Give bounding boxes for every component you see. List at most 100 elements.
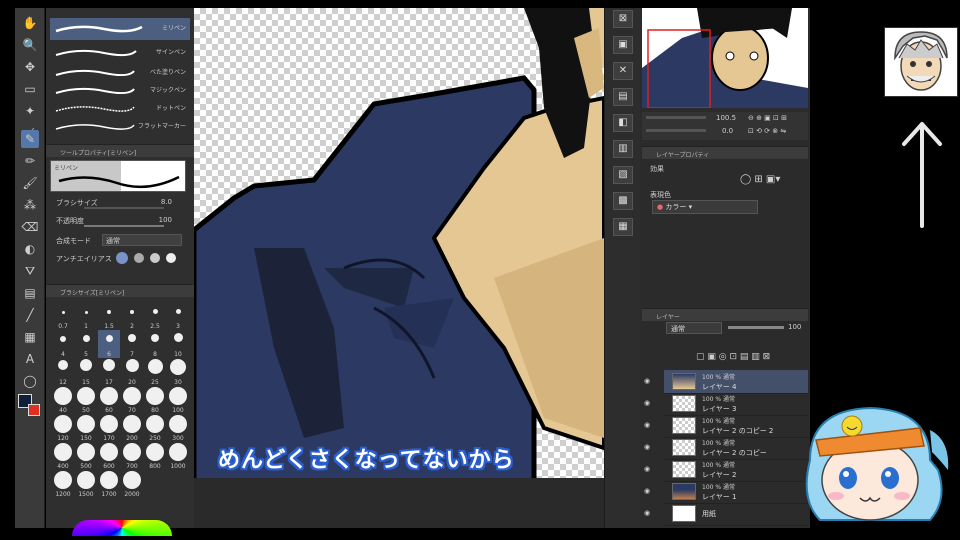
brush-size-option[interactable]: 50 bbox=[75, 386, 97, 414]
text-icon[interactable]: A bbox=[21, 350, 39, 368]
sub-view-tab-icon[interactable]: ▣ bbox=[613, 36, 633, 54]
eye-icon[interactable]: ◉ bbox=[644, 377, 650, 385]
antialias-option[interactable] bbox=[116, 252, 128, 264]
layer-row[interactable]: ◉ 用紙 bbox=[644, 502, 808, 526]
history-tab-icon[interactable]: ▧ bbox=[613, 166, 633, 184]
fill-icon[interactable]: ⛛ bbox=[21, 262, 39, 280]
balloon-icon[interactable]: ◯ bbox=[21, 372, 39, 390]
brush-item[interactable]: ミリペン bbox=[50, 18, 190, 40]
eraser-icon[interactable]: ⌫ bbox=[21, 218, 39, 236]
brush-size-option[interactable]: 3 bbox=[167, 302, 189, 330]
brush-size-option[interactable]: 1000 bbox=[167, 442, 189, 470]
brush-size-option[interactable]: 170 bbox=[98, 414, 120, 442]
zoom-buttons[interactable]: ⊖ ⊕ ▣ ⊡ ⊞ bbox=[748, 114, 787, 122]
eye-icon[interactable]: ◉ bbox=[644, 443, 650, 451]
blend-icon[interactable]: ◐ bbox=[21, 240, 39, 258]
layer-row[interactable]: ◉ 100 % 通常 レイヤー 2 のコピー bbox=[644, 436, 808, 460]
close-icon[interactable]: ✕ bbox=[613, 62, 633, 80]
brush-size-row[interactable]: ブラシサイズ 8.0 bbox=[54, 196, 186, 210]
info-tab-icon[interactable]: ▤ bbox=[613, 88, 633, 106]
pen-icon[interactable]: ✎ bbox=[21, 130, 39, 148]
brush-size-option[interactable]: 2000 bbox=[121, 470, 143, 498]
brush-size-option[interactable]: 2.5 bbox=[144, 302, 166, 330]
color-mode-select[interactable]: ● カラー ▾ bbox=[652, 200, 758, 214]
brush-size-option[interactable]: 15 bbox=[75, 358, 97, 386]
layer-row[interactable]: ◉ 100 % 通常 レイヤー 3 bbox=[644, 392, 808, 416]
color-tab-icon[interactable]: ◧ bbox=[613, 114, 633, 132]
brush-size-option[interactable]: 10 bbox=[167, 330, 189, 358]
brush-size-option[interactable]: 600 bbox=[98, 442, 120, 470]
search-tab-icon[interactable]: ▩ bbox=[613, 192, 633, 210]
brush-size-option[interactable]: 500 bbox=[75, 442, 97, 470]
brush-size-option[interactable]: 4 bbox=[52, 330, 74, 358]
brush-size-option[interactable]: 300 bbox=[167, 414, 189, 442]
eye-icon[interactable]: ◉ bbox=[644, 465, 650, 473]
layer-row[interactable]: ◉ 100 % 通常 レイヤー 2 のコピー 2 bbox=[644, 414, 808, 438]
layer-row[interactable]: ◉ 100 % 通常 レイヤー 4 bbox=[644, 370, 808, 394]
layer-opacity-slider[interactable] bbox=[728, 326, 784, 329]
brush-size-option[interactable]: 1700 bbox=[98, 470, 120, 498]
zoom-icon[interactable]: 🔍 bbox=[21, 36, 39, 54]
color-wheel[interactable] bbox=[72, 520, 172, 536]
brush-size-option[interactable]: 1500 bbox=[75, 470, 97, 498]
line-icon[interactable]: ╱ bbox=[21, 306, 39, 324]
navigator-tab-icon[interactable]: ⊠ bbox=[613, 10, 633, 28]
brush-size-option[interactable]: 2 bbox=[121, 302, 143, 330]
layer-row[interactable]: ◉ 100 % 通常 レイヤー 1 bbox=[644, 480, 808, 504]
brush-size-option[interactable]: 250 bbox=[144, 414, 166, 442]
wand-icon[interactable]: ✦ bbox=[21, 102, 39, 120]
brush-size-option[interactable]: 0.7 bbox=[52, 302, 74, 330]
brush-size-option[interactable]: 12 bbox=[52, 358, 74, 386]
brush-size-option[interactable]: 70 bbox=[121, 386, 143, 414]
brush-size-option[interactable]: 60 bbox=[98, 386, 120, 414]
rotation-slider[interactable] bbox=[646, 129, 706, 132]
brush-size-option[interactable]: 25 bbox=[144, 358, 166, 386]
brush-size-option[interactable]: 700 bbox=[121, 442, 143, 470]
opacity-slider[interactable] bbox=[84, 225, 164, 227]
antialias-option[interactable] bbox=[166, 253, 176, 263]
blend-mode-row[interactable]: 合成モード 通常 bbox=[54, 234, 186, 248]
hand-icon[interactable]: ✋ bbox=[21, 14, 39, 32]
airbrush-icon[interactable]: ⁂ bbox=[21, 196, 39, 214]
opacity-row[interactable]: 不透明度 100 bbox=[54, 214, 186, 228]
brush-item[interactable]: サインペン bbox=[50, 42, 190, 64]
brush-size-option[interactable]: 800 bbox=[144, 442, 166, 470]
brush-icon[interactable]: 🖌 bbox=[21, 174, 39, 192]
eye-icon[interactable]: ◉ bbox=[644, 487, 650, 495]
move-icon[interactable]: ✥ bbox=[21, 58, 39, 76]
layer-tab-icon[interactable]: ▦ bbox=[613, 218, 633, 236]
eye-icon[interactable]: ◉ bbox=[644, 509, 650, 517]
brush-size-option[interactable]: 1.5 bbox=[98, 302, 120, 330]
layer-toolbar[interactable]: ▢ ▣ ◎ ⊡ ▤ ▥ ⊠ bbox=[696, 352, 770, 362]
brush-size-slider[interactable] bbox=[84, 207, 164, 209]
brush-item[interactable]: フラットマーカー bbox=[50, 116, 190, 138]
eye-icon[interactable]: ◉ bbox=[644, 421, 650, 429]
zoom-slider[interactable] bbox=[646, 116, 706, 119]
layer-row[interactable]: ◉ 100 % 通常 レイヤー 2 bbox=[644, 458, 808, 482]
brush-size-option[interactable]: 30 bbox=[167, 358, 189, 386]
antialias-option[interactable] bbox=[134, 253, 144, 263]
pencil-icon[interactable]: ✏ bbox=[21, 152, 39, 170]
antialias-row[interactable]: アンチエイリアス bbox=[54, 252, 186, 266]
select-rect-icon[interactable]: ▭ bbox=[21, 80, 39, 98]
brush-size-option[interactable]: 5 bbox=[75, 330, 97, 358]
effect-buttons[interactable]: ◯ ⊞ ▣▾ bbox=[740, 174, 780, 185]
rotate-buttons[interactable]: ⊡ ⟲ ⟳ ⊗ ⇋ bbox=[748, 127, 786, 135]
eye-icon[interactable]: ◉ bbox=[644, 399, 650, 407]
antialias-option[interactable] bbox=[150, 253, 160, 263]
blend-mode-select[interactable]: 通常 bbox=[102, 234, 182, 246]
brush-size-option[interactable]: 80 bbox=[144, 386, 166, 414]
drawing-canvas[interactable]: めんどくさくなってないから bbox=[194, 8, 604, 528]
navigator-preview[interactable] bbox=[642, 8, 808, 108]
brush-size-option[interactable]: 17 bbox=[98, 358, 120, 386]
brush-size-option[interactable]: 1200 bbox=[52, 470, 74, 498]
brush-size-option[interactable]: 120 bbox=[52, 414, 74, 442]
brush-size-option[interactable]: 40 bbox=[52, 386, 74, 414]
brush-size-option[interactable]: 8 bbox=[144, 330, 166, 358]
brush-size-option[interactable]: 1 bbox=[75, 302, 97, 330]
brush-size-option[interactable]: 400 bbox=[52, 442, 74, 470]
brush-size-option[interactable]: 6 bbox=[98, 330, 120, 358]
layer-blend-select[interactable]: 通常 bbox=[666, 322, 722, 334]
brush-size-option[interactable]: 150 bbox=[75, 414, 97, 442]
frame-icon[interactable]: ▦ bbox=[21, 328, 39, 346]
